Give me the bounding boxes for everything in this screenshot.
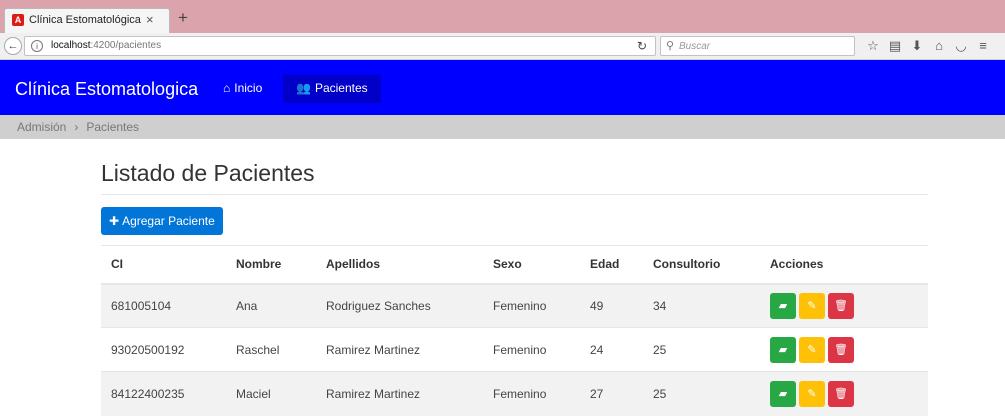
edit-button[interactable]: ✎ bbox=[799, 336, 825, 363]
trash-icon: 🗑 bbox=[834, 343, 848, 356]
cell-actions: ▰ ✎ 🗑 bbox=[760, 327, 928, 372]
edit-button[interactable]: ✎ bbox=[799, 292, 825, 319]
nav-item-pacientes[interactable]: 👥 Pacientes bbox=[283, 75, 381, 103]
cell-actions: ▰ ✎ 🗑 bbox=[760, 371, 928, 416]
book-icon: ▰ bbox=[778, 387, 788, 400]
column-header: CI bbox=[111, 257, 123, 272]
trash-icon: 🗑 bbox=[834, 299, 848, 312]
column-header: Sexo bbox=[493, 257, 522, 272]
patients-table: CI Nombre Apellidos Sexo Edad Consultori… bbox=[101, 245, 928, 416]
page-title: Listado de Pacientes bbox=[101, 160, 315, 186]
table-row: 681005104 Ana Rodriguez Sanches Femenino… bbox=[101, 283, 928, 328]
cell-ci: 84122400235 bbox=[101, 371, 226, 416]
brand-title[interactable]: Clínica Estomatologica bbox=[15, 79, 198, 100]
breadcrumb-item: Pacientes bbox=[86, 120, 140, 134]
breadcrumb-item[interactable]: Admisión bbox=[17, 120, 66, 134]
close-tab-icon[interactable]: × bbox=[146, 12, 154, 27]
info-icon[interactable]: i bbox=[31, 40, 43, 52]
divider bbox=[101, 194, 928, 195]
edit-icon: ✎ bbox=[807, 299, 817, 312]
trash-icon: 🗑 bbox=[834, 387, 848, 400]
cell-edad: 24 bbox=[580, 327, 643, 372]
book-icon: ▰ bbox=[778, 343, 788, 356]
cell-consultorio: 34 bbox=[643, 283, 760, 328]
delete-button[interactable]: 🗑 bbox=[828, 336, 854, 363]
nav-item-label: Pacientes bbox=[314, 81, 368, 95]
browser-toolbar-icons: ☆ ▤ ⬇ ⌂ ◡ ≡ bbox=[862, 38, 994, 54]
cell-consultorio: 25 bbox=[643, 327, 760, 372]
url-bar[interactable]: i localhost:4200/pacientes ↻ bbox=[24, 36, 656, 56]
nav-item-inicio[interactable]: ⌂ Inicio bbox=[210, 75, 275, 103]
cell-sexo: Femenino bbox=[483, 283, 580, 328]
cell-ci: 681005104 bbox=[101, 283, 226, 328]
download-icon[interactable]: ⬇ bbox=[906, 38, 928, 54]
users-icon: 👥 bbox=[296, 81, 311, 95]
cell-edad: 27 bbox=[580, 371, 643, 416]
add-patient-button[interactable]: ✚ Agregar Paciente bbox=[101, 207, 223, 235]
nav-item-label: Inicio bbox=[234, 81, 263, 95]
column-header: Edad bbox=[590, 257, 620, 272]
cell-edad: 49 bbox=[580, 283, 643, 328]
reading-list-icon[interactable]: ▤ bbox=[884, 38, 906, 54]
back-arrow-icon[interactable]: ← bbox=[4, 37, 22, 55]
cell-actions: ▰ ✎ 🗑 bbox=[760, 283, 928, 328]
tab-title: Clínica Estomatológica bbox=[29, 14, 141, 26]
table-header-row: CI Nombre Apellidos Sexo Edad Consultori… bbox=[101, 245, 928, 284]
column-header: Acciones bbox=[770, 257, 824, 272]
table-row: 93020500192 Raschel Ramirez Martinez Fem… bbox=[101, 327, 928, 372]
table-row: 84122400235 Maciel Ramirez Martinez Feme… bbox=[101, 371, 928, 416]
cell-consultorio: 25 bbox=[643, 371, 760, 416]
cell-sexo: Femenino bbox=[483, 327, 580, 372]
view-button[interactable]: ▰ bbox=[770, 292, 796, 319]
edit-icon: ✎ bbox=[807, 343, 817, 356]
menu-icon[interactable]: ≡ bbox=[972, 38, 994, 54]
browser-tab-bar: A Clínica Estomatológica × + bbox=[0, 0, 1005, 33]
pocket-icon[interactable]: ◡ bbox=[950, 38, 972, 54]
cell-nombre: Maciel bbox=[226, 371, 316, 416]
new-tab-button[interactable]: + bbox=[178, 9, 188, 26]
delete-button[interactable]: 🗑 bbox=[828, 380, 854, 407]
add-patient-label: Agregar Paciente bbox=[122, 214, 215, 228]
cell-sexo: Femenino bbox=[483, 371, 580, 416]
bookmark-star-icon[interactable]: ☆ bbox=[862, 38, 884, 54]
cell-apellidos: Ramirez Martinez bbox=[316, 371, 483, 416]
plus-icon: ✚ bbox=[109, 214, 120, 228]
breadcrumb-separator-icon: › bbox=[74, 120, 79, 134]
delete-button[interactable]: 🗑 bbox=[828, 292, 854, 319]
column-header: Nombre bbox=[236, 257, 282, 272]
cell-ci: 93020500192 bbox=[101, 327, 226, 372]
column-header: Apellidos bbox=[326, 257, 381, 272]
view-button[interactable]: ▰ bbox=[770, 380, 796, 407]
browser-tab[interactable]: A Clínica Estomatológica × bbox=[4, 8, 170, 33]
edit-button[interactable]: ✎ bbox=[799, 380, 825, 407]
cell-apellidos: Rodriguez Sanches bbox=[316, 283, 483, 328]
column-header: Consultorio bbox=[653, 257, 721, 272]
view-button[interactable]: ▰ bbox=[770, 336, 796, 363]
book-icon: ▰ bbox=[778, 299, 788, 312]
browser-toolbar: ← i localhost:4200/pacientes ↻ ⚲ Buscar … bbox=[0, 33, 1005, 60]
search-icon: ⚲ bbox=[666, 40, 675, 52]
cell-apellidos: Ramirez Martinez bbox=[316, 327, 483, 372]
cell-nombre: Raschel bbox=[226, 327, 316, 372]
search-placeholder: Buscar bbox=[679, 41, 711, 52]
reload-icon[interactable]: ↻ bbox=[637, 39, 647, 53]
cell-nombre: Ana bbox=[226, 283, 316, 328]
breadcrumb: Admisión › Pacientes bbox=[0, 115, 1005, 139]
url-text: localhost:4200/pacientes bbox=[51, 40, 162, 51]
home-icon[interactable]: ⌂ bbox=[928, 38, 950, 54]
browser-search-input[interactable]: ⚲ Buscar bbox=[660, 36, 855, 56]
home-icon: ⌂ bbox=[223, 81, 231, 95]
edit-icon: ✎ bbox=[807, 387, 817, 400]
app-navbar: Clínica Estomatologica ⌂ Inicio 👥 Paciente… bbox=[0, 60, 1005, 115]
angular-favicon-icon: A bbox=[12, 14, 24, 26]
